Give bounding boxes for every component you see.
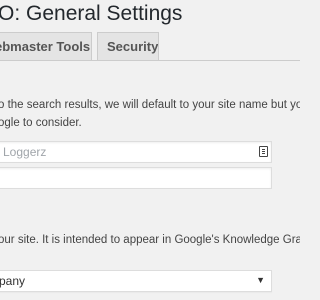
site-name-input[interactable]: Loggerz [0, 141, 272, 163]
page-title: O: General Settings [0, 2, 183, 25]
tab-bar-divider [0, 60, 300, 61]
organization-type-selected: pany [0, 274, 26, 288]
knowledge-graph-description: our site. It is intended to appear in Go… [0, 234, 300, 246]
site-name-input-value: Loggerz [3, 145, 47, 159]
site-name-description-line1: o the search results, we will default to… [0, 99, 300, 111]
contact-card-icon[interactable] [259, 146, 268, 157]
site-name-description-line2: ogle to consider. [0, 117, 82, 129]
tab-security[interactable]: Security [97, 32, 159, 60]
settings-page: O: General Settings ebmaster Tools Secur… [0, 0, 300, 300]
organization-type-select[interactable]: pany ▼ [0, 270, 272, 292]
dropdown-arrow-icon: ▼ [256, 275, 265, 285]
tab-webmaster-tools[interactable]: ebmaster Tools [0, 32, 92, 60]
alternate-name-input[interactable] [0, 167, 272, 189]
